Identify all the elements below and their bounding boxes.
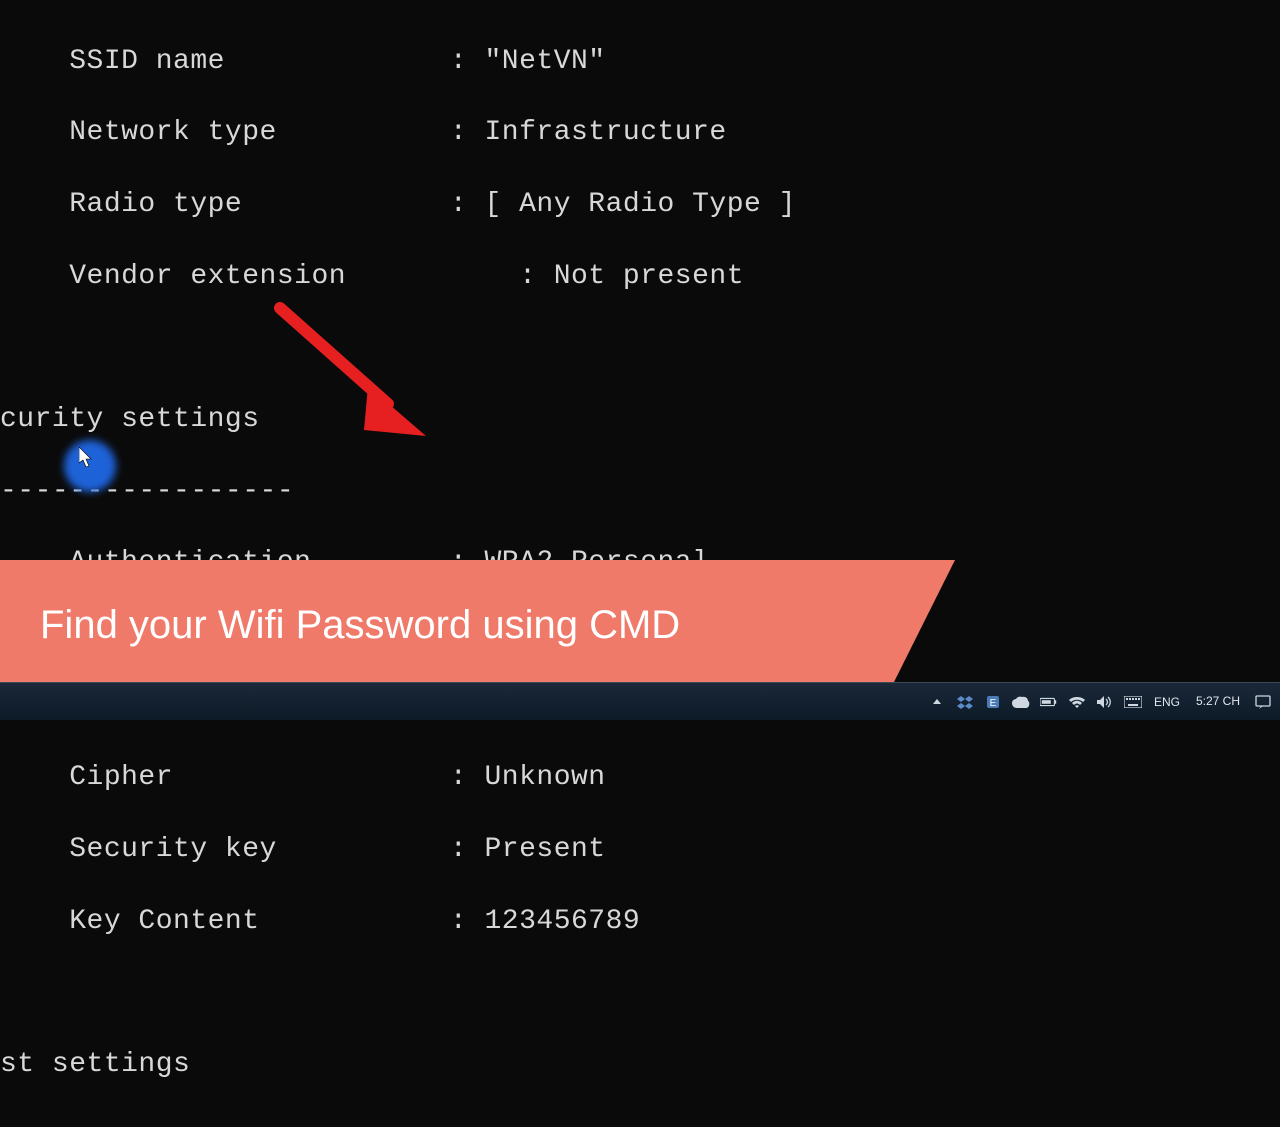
mouse-cursor-icon (79, 447, 95, 478)
cost-settings-header: st settings (0, 1047, 1280, 1083)
notifications-icon[interactable] (1254, 693, 1272, 711)
clock[interactable]: 5:27 CH (1192, 695, 1244, 708)
language-indicator[interactable]: ENG (1152, 695, 1182, 709)
windows-taskbar[interactable]: E ENG 5:27 CH (0, 682, 1280, 720)
profile-row-network-type: Network type : Infrastructure (0, 115, 1280, 151)
battery-icon[interactable] (1040, 693, 1058, 711)
red-arrow-annotation (268, 296, 438, 455)
security-row-key: Security key : Present (0, 832, 1280, 868)
svg-text:E: E (990, 698, 997, 709)
tray-up-icon[interactable] (928, 693, 946, 711)
security-row-key-content: Key Content : 123456789 (0, 904, 1280, 940)
tray-app-icon[interactable]: E (984, 693, 1002, 711)
profile-row-vendor-ext: Vendor extension : Not present (0, 259, 1280, 295)
wifi-icon[interactable] (1068, 693, 1086, 711)
volume-icon[interactable] (1096, 693, 1114, 711)
security-settings-header: curity settings (0, 402, 1280, 438)
banner-text: Find your Wifi Password using CMD (40, 603, 680, 648)
title-banner: Find your Wifi Password using CMD (0, 560, 890, 690)
profile-row-radio-type: Radio type : [ Any Radio Type ] (0, 187, 1280, 223)
profile-row-ssid: SSID name : "NetVN" (0, 44, 1280, 80)
keyboard-icon[interactable] (1124, 693, 1142, 711)
dropbox-icon[interactable] (956, 693, 974, 711)
security-row-cipher2: Cipher : Unknown (0, 760, 1280, 796)
security-divider: ----------------- (0, 474, 1280, 510)
onedrive-icon[interactable] (1012, 693, 1030, 711)
